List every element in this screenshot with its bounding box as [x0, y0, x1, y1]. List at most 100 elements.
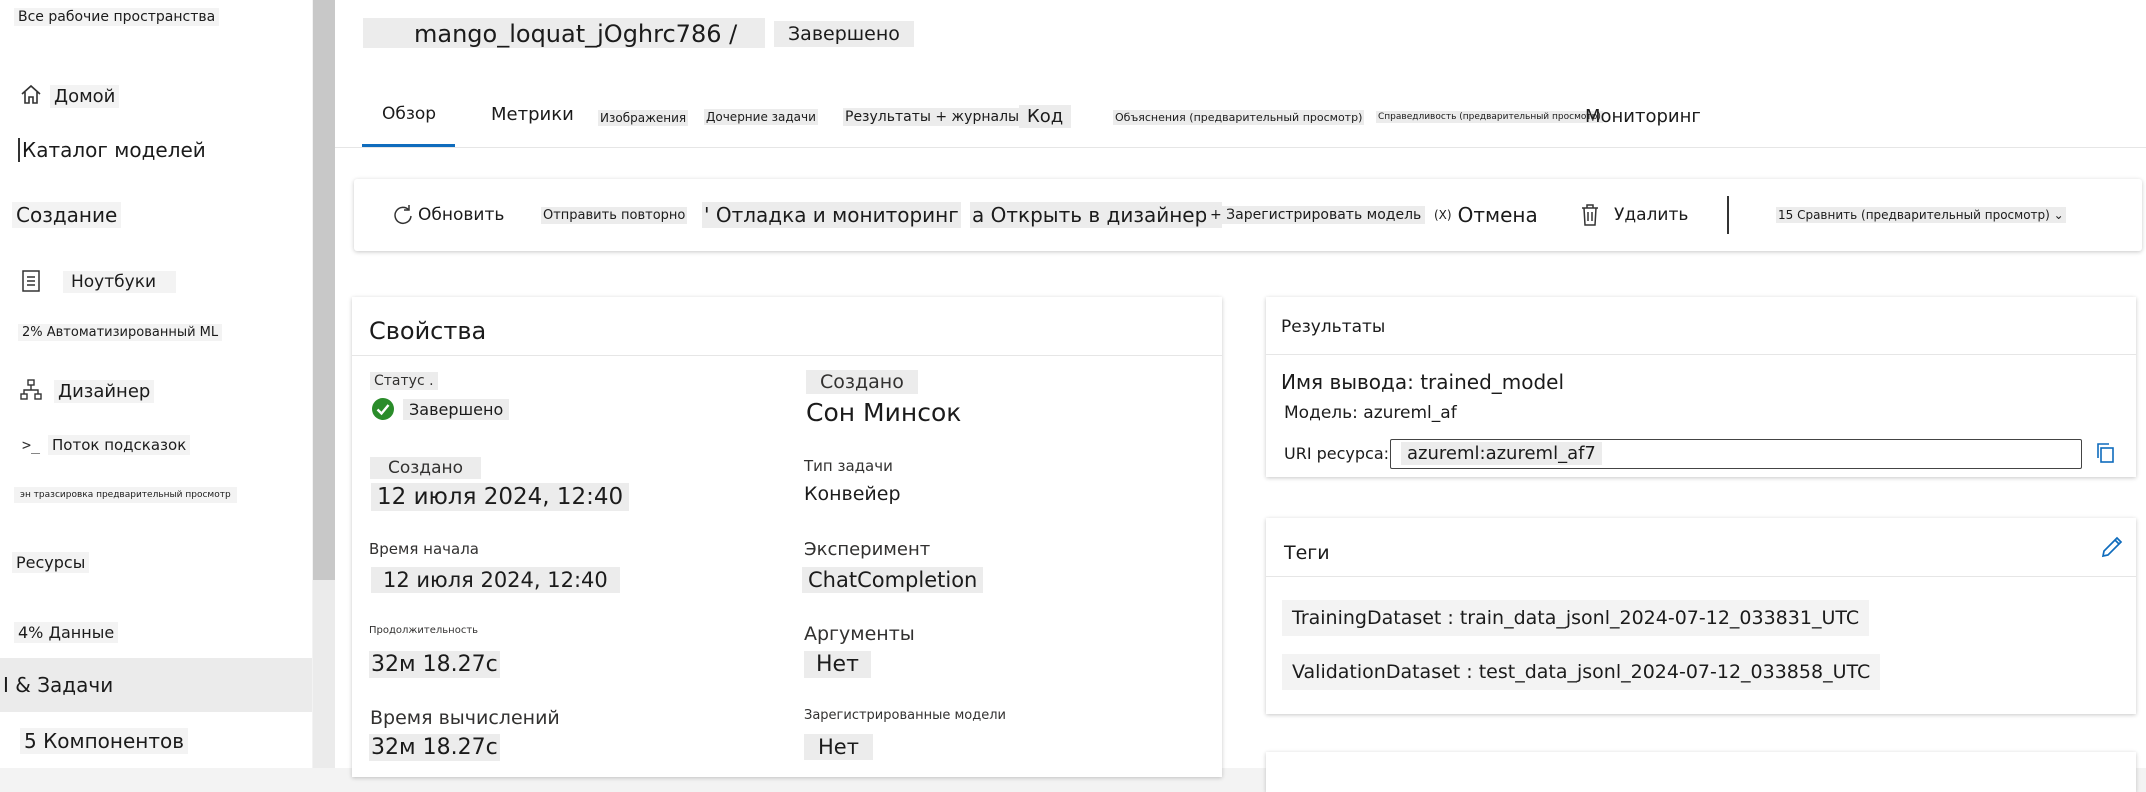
sidebar-item-data[interactable]: 4% Данные	[14, 622, 119, 643]
created-by-value: Сон Минсок	[806, 398, 962, 427]
tag-chip: ValidationDataset : test_data_jsonl_2024…	[1282, 654, 1881, 690]
sidebar-item-label: 2% Автоматизированный ML	[18, 324, 223, 341]
sidebar-item-home[interactable]: Домой	[18, 82, 298, 112]
sidebar-item-label: Домой	[50, 85, 120, 108]
refresh-label: Обновить	[418, 205, 505, 225]
experiment-label: Эксперимент	[804, 539, 931, 560]
edit-pencil-icon[interactable]	[2099, 534, 2125, 564]
sidebar-item-automl[interactable]: 2% Автоматизированный ML	[18, 324, 223, 341]
output-name: Имя вывода: trained_model	[1281, 370, 1565, 394]
cancel-button[interactable]: (X) Отмена	[1434, 179, 1538, 251]
card-divider	[352, 355, 1222, 356]
debug-monitor-label: ' Отладка и мониторинг	[702, 202, 961, 228]
debug-monitor-button[interactable]: ' Отладка и мониторинг	[702, 179, 961, 251]
registered-models-value: Нет	[804, 734, 873, 760]
resubmit-button[interactable]: Отправить повторно	[541, 179, 688, 251]
task-type-value: Конвейер	[804, 483, 901, 505]
sidebar-section-label: Создание	[12, 202, 122, 228]
sidebar-item-label: Поток подсказок	[48, 435, 191, 455]
sidebar-item-components[interactable]: 5 Компонентов	[20, 728, 189, 754]
sidebar-section-create: Создание	[12, 202, 122, 228]
sidebar-section-resources: Ресурсы	[12, 552, 90, 573]
refresh-button[interactable]: Обновить	[392, 179, 504, 251]
copy-icon[interactable]	[2094, 441, 2116, 469]
command-toolbar: Обновить Отправить повторно ' Отладка и …	[354, 179, 2142, 251]
status-text: Завершено	[403, 398, 510, 420]
status-label: Статус .	[370, 372, 438, 390]
open-designer-button[interactable]: а Открыть в дизайнере	[970, 179, 1222, 251]
task-type-label: Тип задачи	[804, 457, 893, 475]
tab-overview[interactable]: Обзор	[382, 104, 436, 124]
created-label: Создано	[370, 457, 481, 479]
properties-card: Свойства Статус . Завершено Создано 12 и…	[352, 297, 1222, 777]
sidebar-item-jobs[interactable]: I & Задачи	[0, 658, 312, 712]
delete-label: Удалить	[1614, 205, 1689, 225]
results-title: Результаты	[1281, 317, 1386, 337]
tab-code[interactable]: Код	[1019, 105, 1072, 128]
sidebar-item-tracing-preview[interactable]: эн тразсировка предварительный просмотр	[14, 487, 237, 503]
tab-active-indicator	[362, 144, 455, 147]
compute-time-label: Время вычислений	[370, 707, 560, 729]
cancel-icon: (X)	[1434, 208, 1452, 222]
toolbar-divider	[1727, 179, 1729, 251]
home-icon	[18, 82, 44, 108]
arguments-label: Аргументы	[804, 623, 915, 645]
arguments-value: Нет	[804, 651, 871, 678]
sidebar-item-label: эн тразсировка предварительный просмотр	[14, 487, 237, 503]
prompt-flow-icon: >_	[21, 436, 41, 454]
sidebar-item-label: I & Задачи	[3, 673, 114, 697]
tab-images[interactable]: Изображения	[598, 110, 689, 126]
notebook-icon	[18, 268, 44, 294]
registered-models-label: Зарегистрированные модели	[804, 708, 1006, 723]
trash-icon	[1580, 203, 1614, 227]
sidebar-scrollbar-thumb[interactable]	[313, 0, 335, 580]
refresh-icon	[392, 203, 418, 227]
tab-monitoring[interactable]: Мониторинг	[1585, 106, 1701, 127]
sidebar-item-label: 5 Компонентов	[20, 728, 189, 754]
properties-title: Свойства	[369, 317, 487, 345]
tags-card: Теги TrainingDataset : train_data_jsonl_…	[1266, 518, 2136, 714]
asset-uri-value: azureml:azureml_af7	[1401, 442, 1602, 465]
tab-divider	[335, 147, 2146, 148]
start-time-value: 12 июля 2024, 12:40	[371, 567, 620, 593]
results-card: Результаты Имя вывода: trained_model Мод…	[1266, 297, 2136, 477]
sidebar-scrollbar-track[interactable]	[313, 580, 335, 768]
all-workspaces-label: Все рабочие пространства	[14, 8, 220, 26]
sidebar-item-prompt-flow[interactable]: >_ Поток подсказок	[18, 432, 298, 460]
card-divider	[1266, 576, 2136, 577]
start-time-label: Время начала	[369, 540, 479, 558]
status-badge: Завершено	[774, 21, 914, 47]
sidebar-item-model-catalog[interactable]: Каталог моделей	[18, 138, 206, 162]
asset-uri-field[interactable]: azureml:azureml_af7	[1390, 439, 2082, 469]
experiment-link[interactable]: ChatCompletion	[802, 567, 984, 593]
register-model-label: + Зарегистрировать модель	[1206, 206, 1426, 224]
compare-preview-button[interactable]: 15 Сравнить (предварительный просмотр) ⌄	[1776, 179, 2066, 251]
sidebar-item-designer[interactable]: Дизайнер	[18, 377, 298, 407]
tags-title: Теги	[1284, 542, 1330, 564]
model-name: Модель: azureml_af	[1284, 403, 1457, 423]
tab-explanations[interactable]: Объяснения (предварительный просмотр)	[1113, 110, 1365, 125]
resubmit-label: Отправить повторно	[541, 206, 688, 224]
tab-child-jobs[interactable]: Дочерние задачи	[704, 109, 818, 125]
created-value: 12 июля 2024, 12:40	[371, 483, 630, 511]
tab-outputs-logs[interactable]: Результаты + журналы	[843, 108, 1022, 126]
open-designer-label: а Открыть в дизайнере	[970, 202, 1222, 228]
sidebar-item-label: 4% Данные	[14, 622, 119, 643]
tab-metrics[interactable]: Метрики	[491, 104, 574, 125]
success-check-icon	[371, 397, 395, 421]
sidebar-item-label: Дизайнер	[54, 380, 155, 403]
register-model-button[interactable]: + Зарегистрировать модель	[1206, 179, 1426, 251]
cancel-label: Отмена	[1457, 203, 1538, 227]
created-by-label: Создано	[806, 370, 918, 394]
designer-icon	[18, 377, 44, 403]
all-workspaces-link[interactable]: Все рабочие пространства	[14, 8, 220, 26]
delete-button[interactable]: Удалить	[1580, 179, 1688, 251]
tag-chip: TrainingDataset : train_data_jsonl_2024-…	[1282, 600, 1870, 636]
sidebar-item-notebooks[interactable]: Ноутбуки	[18, 268, 298, 298]
tab-fairness[interactable]: Справедливость (предварительный просмотр…	[1376, 111, 1603, 123]
duration-label: Продолжительность	[369, 625, 479, 636]
card-divider	[1266, 354, 2136, 355]
duration-value: 32м 18.27с	[369, 651, 500, 678]
run-title: mango_loquat_jOghrc786 /	[414, 20, 738, 48]
sidebar-item-label: Каталог моделей	[18, 138, 206, 162]
